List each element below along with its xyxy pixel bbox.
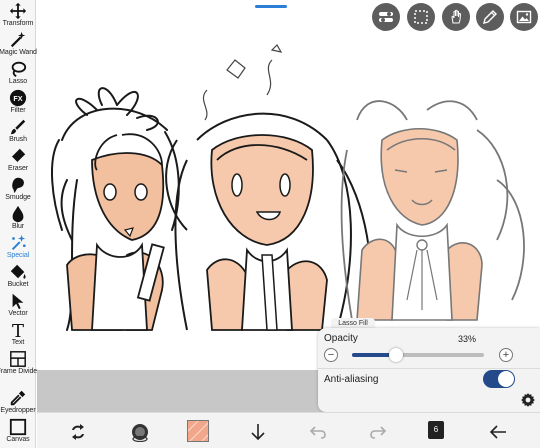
frame-divider-icon — [10, 351, 26, 367]
pencil-icon — [483, 10, 497, 24]
brush-preview-icon — [132, 424, 148, 442]
svg-text:T: T — [12, 321, 24, 339]
tool-label: Filter — [10, 107, 26, 114]
rotate-arrows-icon — [72, 424, 84, 440]
lasso-fill-panel: Opacity 33% − + Anti-aliasing — [318, 328, 540, 412]
gesture-button[interactable] — [442, 3, 470, 31]
tool-blur[interactable]: Blur — [0, 203, 36, 232]
opacity-label: Opacity — [324, 333, 358, 344]
tool-label: Brush — [9, 136, 27, 143]
anti-aliasing-label: Anti-aliasing — [324, 374, 379, 385]
undo-button[interactable] — [307, 421, 329, 443]
tool-magic-wand[interactable]: Magic Wand — [0, 29, 37, 58]
tool-bucket[interactable]: Bucket — [0, 261, 36, 290]
anti-aliasing-toggle[interactable] — [483, 370, 515, 388]
opacity-slider-knob[interactable] — [388, 348, 403, 362]
image-icon — [516, 10, 532, 24]
pen-button[interactable] — [476, 3, 504, 31]
opacity-increase-button[interactable]: + — [499, 348, 513, 362]
toggle-knob — [498, 371, 514, 387]
tool-special[interactable]: Special — [0, 232, 36, 261]
eyedropper-icon — [10, 390, 26, 406]
tool-vector[interactable]: Vector — [0, 290, 36, 319]
layers-button[interactable]: 6 — [428, 421, 444, 439]
tool-label: Smudge — [5, 194, 31, 201]
canvas-icon — [9, 418, 27, 436]
eraser-icon — [11, 148, 26, 163]
tool-brush[interactable]: Brush — [0, 116, 36, 145]
arrow-down-icon — [251, 424, 265, 441]
smudge-icon — [12, 177, 24, 194]
back-button[interactable] — [487, 421, 509, 443]
filter-icon: FX — [9, 89, 27, 107]
svg-text:FX: FX — [13, 94, 22, 103]
brush-icon — [10, 119, 26, 135]
blur-icon — [12, 205, 24, 223]
swatch-pattern — [188, 421, 208, 441]
tool-label: Canvas — [6, 436, 30, 443]
lasso-icon — [11, 61, 27, 78]
undo-icon — [309, 426, 326, 439]
bottom-toolbar: 6 — [37, 412, 540, 448]
brush-settings-button[interactable] — [129, 421, 151, 443]
tool-sidebar: Transform Magic Wand Lasso FX Filter Bru… — [0, 0, 40, 448]
opacity-decrease-button[interactable]: − — [324, 348, 338, 362]
arrow-left-icon — [489, 425, 506, 439]
tool-label: Text — [11, 339, 25, 346]
tool-filter[interactable]: FX Filter — [0, 87, 36, 116]
tool-smudge[interactable]: Smudge — [0, 174, 36, 203]
tool-transform[interactable]: Transform — [0, 0, 36, 29]
tool-eyedropper[interactable]: Eyedropper — [0, 387, 36, 416]
tool-label: Frame Divider — [0, 368, 40, 375]
character-3-face — [380, 127, 459, 226]
tool-label: Special — [6, 252, 30, 259]
tool-frame-divider[interactable]: Frame Divider — [0, 348, 40, 377]
vector-icon — [12, 293, 24, 310]
tool-eraser[interactable]: Eraser — [0, 145, 36, 174]
tool-label: Vector — [8, 310, 28, 317]
tool-label: Transform — [2, 20, 34, 27]
hand-icon — [451, 9, 462, 24]
artwork — [50, 44, 525, 331]
magic-wand-icon — [10, 31, 26, 48]
tool-text[interactable]: T Text — [0, 319, 36, 348]
redo-icon — [370, 426, 387, 439]
panel-divider — [318, 368, 540, 369]
tool-label: Magic Wand — [0, 49, 37, 56]
selection-button[interactable] — [407, 3, 435, 31]
gear-icon[interactable] — [520, 392, 536, 408]
tool-label: Eraser — [7, 165, 29, 172]
special-icon — [11, 234, 26, 251]
app-window: Transform Magic Wand Lasso FX Filter Bru… — [0, 0, 540, 448]
tool-label: Eyedropper — [0, 407, 36, 414]
quick-menu-button[interactable] — [372, 3, 400, 31]
tool-lasso[interactable]: Lasso — [0, 58, 36, 87]
opacity-value: 33% — [458, 334, 477, 344]
color-swatch[interactable] — [187, 420, 209, 442]
character-2-face — [210, 134, 314, 246]
dashed-square-icon — [414, 10, 428, 24]
reference-button[interactable] — [510, 3, 538, 31]
rotate-canvas-button[interactable] — [67, 421, 89, 443]
tool-label: Blur — [11, 223, 25, 230]
tool-label: Lasso — [8, 78, 28, 85]
opacity-slider[interactable] — [352, 348, 484, 362]
bucket-icon — [10, 264, 26, 279]
toggle-icon — [379, 12, 393, 22]
text-icon: T — [12, 321, 24, 339]
import-button[interactable] — [247, 421, 269, 443]
redo-button[interactable] — [367, 421, 389, 443]
character-1-face — [91, 152, 165, 241]
tool-label: Bucket — [7, 281, 29, 288]
transform-icon — [9, 2, 27, 20]
tool-canvas[interactable]: Canvas — [0, 416, 36, 445]
